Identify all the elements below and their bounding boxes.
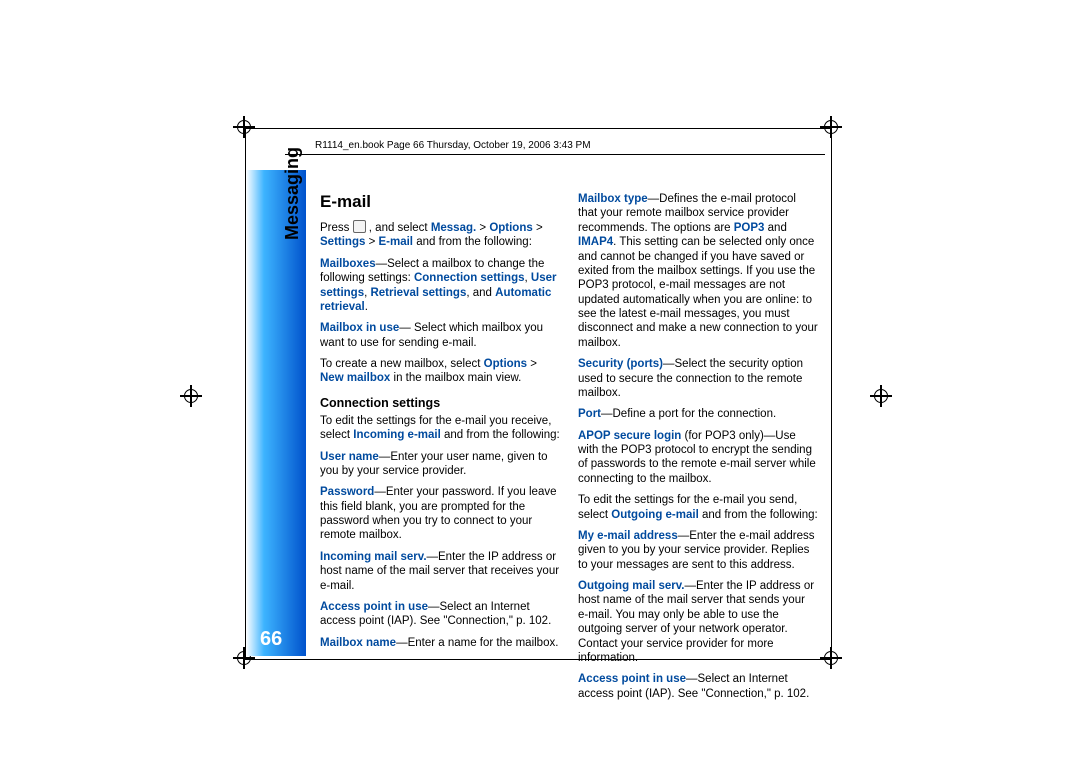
crop-mark (870, 385, 892, 407)
body-text: Mailboxes—Select a mailbox to change the… (320, 257, 560, 315)
setting-term: Incoming mail serv. (320, 551, 427, 563)
protocol-term: IMAP4 (578, 236, 613, 248)
setting-term: Password (320, 486, 374, 498)
setting-term: Outgoing e-mail (611, 509, 699, 521)
setting-term: Access point in use (320, 601, 428, 613)
setting-term: Mailbox in use (320, 322, 399, 334)
section-label: Messaging (282, 147, 303, 240)
menu-path: New mailbox (320, 372, 390, 384)
setting-term: Mailbox name (320, 637, 396, 649)
page-header: R1114_en.book Page 66 Thursday, October … (315, 140, 591, 151)
menu-key-icon (353, 220, 366, 233)
menu-path: Messag. (431, 222, 476, 234)
setting-term: APOP secure login (578, 430, 681, 442)
body-text: Port—Define a port for the connection. (578, 407, 818, 421)
body-text: Mailbox name—Enter a name for the mailbo… (320, 636, 560, 650)
setting-term: Mailboxes (320, 258, 376, 270)
setting-term: Retrieval settings (370, 287, 466, 299)
body-text: My e-mail address—Enter the e-mail addre… (578, 529, 818, 572)
menu-path: Settings (320, 236, 365, 248)
body-text: Security (ports)—Select the security opt… (578, 357, 818, 400)
body-text: Press , and select Messag. > Options > S… (320, 220, 560, 250)
column-right: Mailbox type—Defines the e-mail protocol… (578, 192, 818, 708)
subheading: Connection settings (320, 396, 560, 410)
content-area: E-mail Press , and select Messag. > Opti… (320, 192, 820, 708)
setting-term: Incoming e-mail (353, 429, 441, 441)
menu-path: Options (484, 358, 527, 370)
menu-path: Options (489, 222, 532, 234)
setting-term: Connection settings (414, 272, 525, 284)
page-title: E-mail (320, 192, 560, 212)
body-text: To create a new mailbox, select Options … (320, 357, 560, 386)
body-text: User name—Enter your user name, given to… (320, 450, 560, 479)
page-number: 66 (260, 628, 282, 651)
protocol-term: POP3 (734, 222, 765, 234)
body-text: To edit the settings for the e-mail you … (578, 493, 818, 522)
crop-mark (180, 385, 202, 407)
setting-term: My e-mail address (578, 530, 678, 542)
setting-term: Security (ports) (578, 358, 663, 370)
body-text: Mailbox type—Defines the e-mail protocol… (578, 192, 818, 350)
setting-term: Mailbox type (578, 193, 648, 205)
setting-term: Access point in use (578, 673, 686, 685)
body-text: APOP secure login (for POP3 only)—Use wi… (578, 429, 818, 487)
column-left: E-mail Press , and select Messag. > Opti… (320, 192, 560, 708)
header-rule (285, 154, 825, 155)
body-text: Outgoing mail serv.—Enter the IP address… (578, 579, 818, 665)
setting-term: User name (320, 451, 379, 463)
body-text: Mailbox in use— Select which mailbox you… (320, 321, 560, 350)
body-text: Incoming mail serv.—Enter the IP address… (320, 550, 560, 593)
body-text: Access point in use—Select an Internet a… (578, 672, 818, 701)
sidebar-gradient (246, 170, 306, 656)
setting-term: Port (578, 408, 601, 420)
body-text: To edit the settings for the e-mail you … (320, 414, 560, 443)
setting-term: Outgoing mail serv. (578, 580, 685, 592)
menu-path: E-mail (378, 236, 413, 248)
body-text: Access point in use—Select an Internet a… (320, 600, 560, 629)
body-text: Password—Enter your password. If you lea… (320, 485, 560, 543)
